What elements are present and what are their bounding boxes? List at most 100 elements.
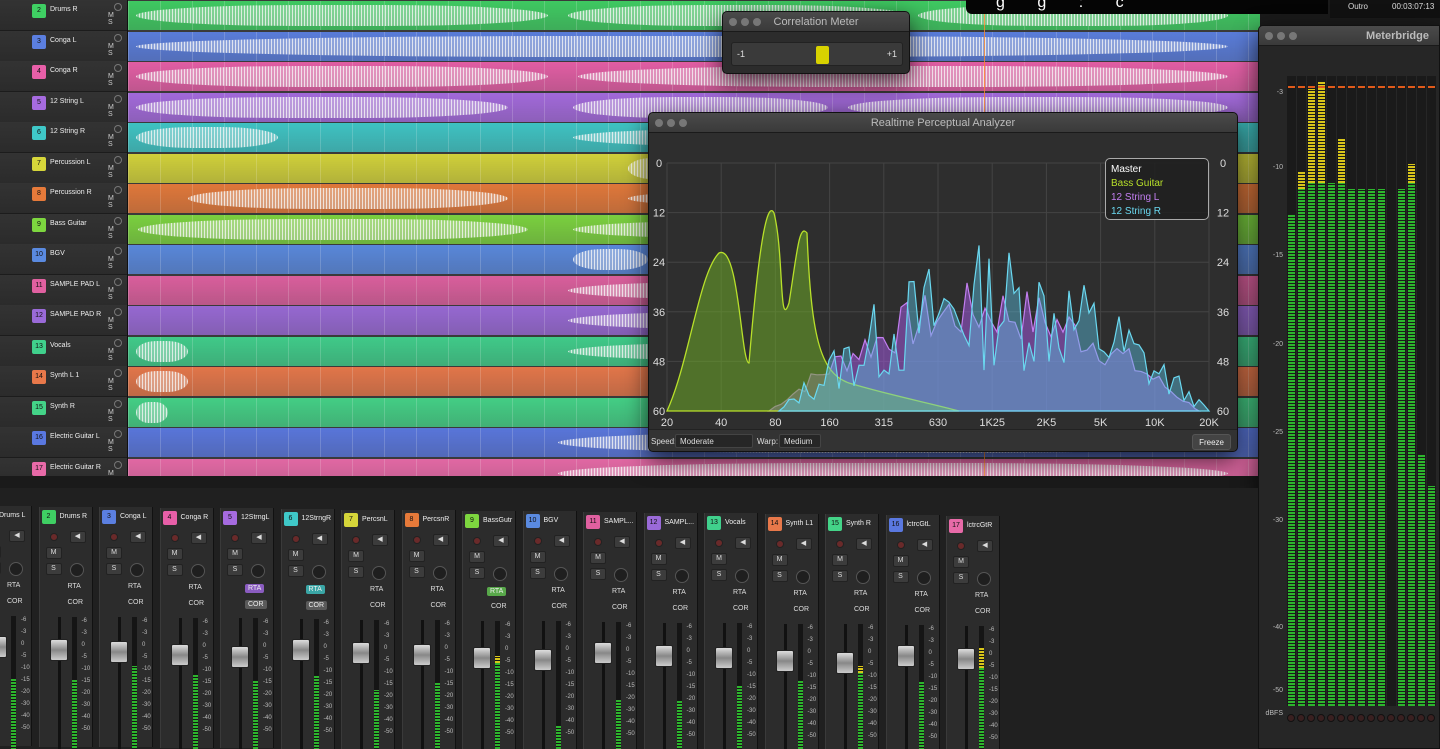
- cor-toggle[interactable]: COR: [245, 600, 267, 610]
- rta-toggle[interactable]: RTA: [552, 587, 565, 594]
- solo-button[interactable]: S: [348, 565, 364, 578]
- window-titlebar[interactable]: Realtime Perceptual Analyzer: [649, 113, 1237, 133]
- audio-region-waveform[interactable]: [136, 66, 548, 87]
- cor-toggle[interactable]: COR: [7, 598, 23, 605]
- monitor-speaker-icon[interactable]: ◀: [69, 530, 86, 543]
- volume-fader[interactable]: [957, 647, 975, 670]
- cor-toggle[interactable]: COR: [431, 602, 447, 609]
- meterbridge-window[interactable]: Meterbridge -3 -10 -15 -20 -25 -30 -40 -50 dBFS: [1258, 25, 1440, 749]
- volume-fader[interactable]: [49, 638, 68, 661]
- freeze-button[interactable]: Freeze: [1192, 434, 1231, 450]
- rta-toggle[interactable]: RTA: [305, 585, 325, 594]
- mute-button[interactable]: M: [166, 547, 183, 560]
- monitor-speaker-icon[interactable]: ◀: [251, 532, 267, 545]
- record-arm-button[interactable]: [412, 536, 421, 545]
- speaker-icon[interactable]: [114, 338, 122, 347]
- cor-toggle[interactable]: COR: [68, 599, 84, 606]
- meter-clip-led[interactable]: [1377, 714, 1385, 722]
- record-arm-button[interactable]: [775, 539, 784, 548]
- mute-button[interactable]: M: [287, 549, 304, 561]
- rta-window[interactable]: Realtime Perceptual Analyzer 20 40 80 160 31…: [648, 112, 1238, 452]
- solo-button[interactable]: S: [529, 567, 546, 580]
- solo-button[interactable]: S: [469, 566, 485, 579]
- mute-button[interactable]: M: [529, 551, 546, 564]
- record-arm-button[interactable]: [291, 535, 300, 543]
- monitor-speaker-icon[interactable]: ◀: [9, 530, 25, 542]
- monitor-speaker-icon[interactable]: ◀: [735, 537, 751, 550]
- volume-fader[interactable]: [775, 649, 794, 672]
- volume-fader[interactable]: [896, 645, 915, 667]
- mute-solo-buttons[interactable]: M S: [108, 226, 127, 240]
- pan-knob[interactable]: [553, 567, 568, 582]
- cor-toggle[interactable]: COR: [612, 604, 628, 611]
- pan-knob[interactable]: [795, 569, 810, 584]
- meter-clip-led[interactable]: [1387, 714, 1395, 722]
- track-lane[interactable]: [128, 31, 1260, 61]
- monitor-speaker-icon[interactable]: ◀: [795, 537, 812, 550]
- cor-toggle[interactable]: COR: [370, 602, 386, 609]
- audio-region-waveform[interactable]: [136, 340, 188, 362]
- track-header[interactable]: 15 Synth R M S: [0, 396, 127, 428]
- mute-button[interactable]: M: [650, 552, 667, 565]
- cor-toggle[interactable]: COR: [915, 607, 931, 614]
- mute-button[interactable]: M: [45, 546, 62, 559]
- pan-knob[interactable]: [130, 563, 144, 578]
- solo-button[interactable]: S: [892, 571, 909, 583]
- monitor-speaker-icon[interactable]: ◀: [614, 536, 630, 548]
- track-header[interactable]: 13 Vocals M S: [0, 335, 127, 367]
- audio-region-waveform[interactable]: [136, 5, 548, 26]
- record-arm-button[interactable]: [473, 536, 481, 545]
- solo-button[interactable]: S: [106, 563, 122, 576]
- mute-solo-buttons[interactable]: M S: [108, 439, 127, 453]
- volume-fader[interactable]: [0, 636, 7, 658]
- meter-clip-led[interactable]: [1317, 714, 1325, 722]
- speaker-icon[interactable]: [114, 216, 122, 225]
- rta-toggle[interactable]: RTA: [7, 582, 20, 589]
- meter-clip-led[interactable]: [1427, 714, 1435, 722]
- rta-toggle[interactable]: RTA: [487, 586, 507, 596]
- mute-solo-buttons[interactable]: M S: [108, 134, 127, 148]
- pan-knob[interactable]: [735, 569, 749, 584]
- monitor-speaker-icon[interactable]: ◀: [916, 539, 933, 551]
- meter-clip-led[interactable]: [1337, 714, 1345, 722]
- track-header[interactable]: 7 Percussion L M S: [0, 152, 127, 184]
- mute-solo-buttons[interactable]: M S: [108, 256, 127, 270]
- mute-solo-buttons[interactable]: M S: [108, 73, 127, 87]
- pan-knob[interactable]: [9, 562, 23, 576]
- rta-toggle[interactable]: RTA: [370, 586, 383, 593]
- pan-knob[interactable]: [977, 571, 991, 586]
- monitor-speaker-icon[interactable]: ◀: [311, 533, 328, 545]
- volume-fader[interactable]: [654, 644, 673, 667]
- mute-button[interactable]: M: [227, 548, 243, 561]
- record-arm-button[interactable]: [836, 540, 844, 549]
- meter-clip-led[interactable]: [1407, 714, 1415, 722]
- cor-toggle[interactable]: COR: [491, 603, 507, 610]
- pan-knob[interactable]: [190, 563, 205, 578]
- speaker-icon[interactable]: [114, 33, 122, 42]
- rta-toggle[interactable]: RTA: [733, 589, 746, 596]
- cor-toggle[interactable]: COR: [975, 608, 991, 615]
- monitor-speaker-icon[interactable]: ◀: [553, 535, 570, 548]
- solo-button[interactable]: S: [0, 562, 1, 574]
- record-arm-button[interactable]: [594, 538, 602, 546]
- mute-solo-buttons[interactable]: M S: [108, 378, 127, 392]
- solo-button[interactable]: S: [287, 565, 304, 577]
- monitor-speaker-icon[interactable]: ◀: [432, 534, 449, 547]
- warp-select[interactable]: Medium: [779, 434, 821, 448]
- solo-button[interactable]: S: [408, 566, 425, 579]
- volume-fader[interactable]: [110, 641, 128, 664]
- pan-knob[interactable]: [251, 564, 265, 579]
- zoom-dot[interactable]: [1289, 32, 1297, 40]
- volume-fader[interactable]: [715, 647, 733, 670]
- record-arm-button[interactable]: [49, 532, 58, 541]
- audio-region-waveform[interactable]: [138, 218, 528, 240]
- track-header[interactable]: 16 Electric Guitar L M S: [0, 427, 127, 458]
- speaker-icon[interactable]: [114, 399, 122, 408]
- solo-button[interactable]: S: [953, 571, 969, 584]
- audio-region-waveform[interactable]: [136, 96, 508, 118]
- pan-knob[interactable]: [493, 566, 507, 581]
- pan-knob[interactable]: [856, 570, 870, 585]
- mute-solo-buttons[interactable]: M S: [108, 104, 127, 118]
- volume-fader[interactable]: [473, 646, 491, 669]
- solo-button[interactable]: S: [590, 568, 606, 580]
